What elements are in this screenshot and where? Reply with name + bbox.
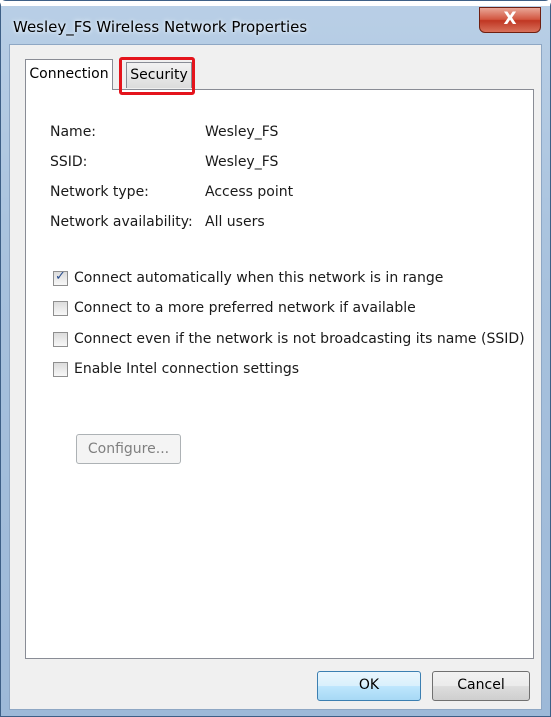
option-label[interactable]: Connect even if the network is not broad…: [74, 331, 525, 347]
close-button[interactable]: X: [479, 7, 541, 33]
property-label: Network availability:: [50, 214, 193, 230]
configure-button[interactable]: Configure...: [76, 434, 181, 464]
checkbox[interactable]: ✓: [53, 269, 68, 286]
checkbox[interactable]: [53, 362, 68, 377]
property-value: All users: [205, 214, 265, 230]
window-title: Wesley_FS Wireless Network Properties: [13, 18, 308, 36]
checkbox[interactable]: [53, 332, 68, 347]
security-tab-highlight: [119, 57, 195, 95]
properties-window: Wesley_FS Wireless Network Properties X …: [0, 0, 551, 717]
property-value: Wesley_FS: [205, 154, 279, 170]
option-label[interactable]: Connect to a more preferred network if a…: [74, 300, 416, 316]
dialog-client-area: Connection Security Name: Wesley_FS SSID…: [9, 44, 542, 710]
cancel-button[interactable]: Cancel: [432, 671, 530, 701]
property-label: Name:: [50, 124, 97, 140]
checkmark-icon: ✓: [55, 269, 66, 284]
tab-connection[interactable]: Connection: [25, 59, 113, 90]
tab-panel-connection: Name: Wesley_FS SSID: Wesley_FS Network …: [25, 89, 534, 659]
property-value: Wesley_FS: [205, 124, 279, 140]
close-icon: X: [503, 9, 517, 29]
tab-connection-label: Connection: [29, 66, 109, 82]
property-label: SSID:: [50, 154, 88, 170]
ok-button[interactable]: OK: [317, 671, 421, 701]
option-label[interactable]: Enable Intel connection settings: [74, 361, 299, 377]
property-label: Network type:: [50, 184, 149, 200]
property-value: Access point: [205, 184, 294, 200]
option-label[interactable]: Connect automatically when this network …: [74, 270, 443, 286]
checkbox[interactable]: [53, 301, 68, 316]
title-bar[interactable]: Wesley_FS Wireless Network Properties X: [1, 6, 550, 44]
